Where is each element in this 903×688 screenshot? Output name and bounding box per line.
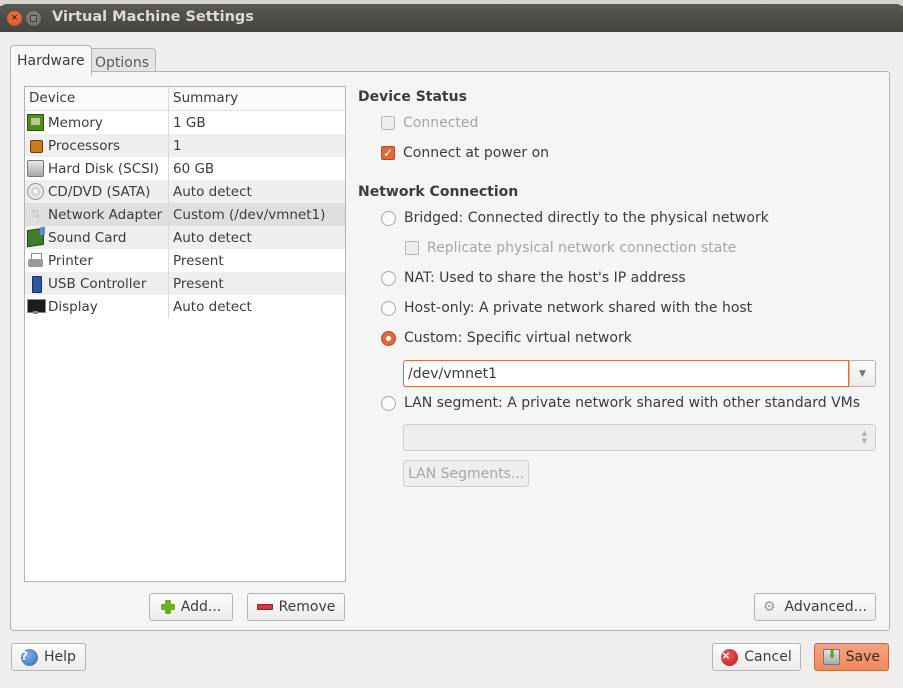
device-name: Hard Disk (SCSI) [48,160,159,177]
connect-at-power-on-checkbox[interactable]: ✓ Connect at power on [381,145,549,161]
cancel-button[interactable]: × Cancel [712,643,801,671]
device-row-sound-card[interactable]: Sound Card Auto detect [25,226,345,249]
radio-button [381,395,396,411]
device-summary: Present [173,252,224,269]
checkbox-label: Replicate physical network connection st… [427,240,737,256]
maximize-icon[interactable] [26,11,41,26]
radio-button-selected [381,330,396,346]
plus-icon [160,600,175,614]
chevron-down-icon[interactable]: ▼ [849,361,875,386]
gear-icon: ⚙ [763,599,776,615]
device-name: Sound Card [48,229,127,246]
radio-host-only[interactable]: Host-only: A private network shared with… [381,300,752,316]
column-header-summary[interactable]: Summary [169,87,345,110]
radio-label: Custom: Specific virtual network [404,330,632,346]
advanced-button[interactable]: ⚙ Advanced... [754,593,876,621]
radio-button [381,270,396,286]
checkbox-label: Connect at power on [403,145,550,161]
checkbox-label: Connected [403,115,479,131]
device-name: Printer [48,252,93,269]
network-connection-heading: Network Connection [358,184,519,200]
device-summary: Auto detect [173,183,252,200]
column-header-device[interactable]: Device [25,87,169,110]
radio-label: LAN segment: A private network shared wi… [404,395,861,411]
hard-disk-icon [27,160,44,177]
replicate-state-checkbox[interactable]: Replicate physical network connection st… [405,240,736,256]
device-name: Network Adapter [48,206,163,223]
hardware-panel: Device Summary Memory 1 GB Processors 1 … [10,71,890,631]
close-icon[interactable]: × [7,11,22,26]
device-name: Display [48,298,98,315]
device-name: CD/DVD (SATA) [48,183,151,200]
device-row-processors[interactable]: Processors 1 [25,134,345,157]
device-summary: Custom (/dev/vmnet1) [173,206,326,223]
device-summary: Auto detect [173,298,252,315]
connected-checkbox[interactable]: Connected [381,115,478,131]
checkbox-box [381,116,395,130]
device-summary: 1 [173,137,182,154]
device-row-memory[interactable]: Memory 1 GB [25,111,345,134]
radio-button [381,300,396,316]
save-button[interactable]: Save [814,643,889,671]
custom-network-input[interactable] [403,360,849,387]
radio-label: Bridged: Connected directly to the physi… [404,210,769,226]
device-summary: Auto detect [173,229,252,246]
help-label: Help [44,649,76,665]
custom-network-combo[interactable]: ▼ [403,360,876,387]
device-row-printer[interactable]: Printer Present [25,249,345,272]
help-icon: ? [21,648,39,666]
radio-lan-segment[interactable]: LAN segment: A private network shared wi… [381,395,860,411]
help-button[interactable]: ? Help [11,643,86,671]
tab-hardware[interactable]: Hardware [10,45,92,76]
device-summary: Present [173,275,224,292]
advanced-label: Advanced... [784,599,867,615]
remove-label: Remove [278,599,336,615]
device-row-usb-controller[interactable]: USB Controller Present [25,272,345,295]
display-icon [27,298,46,315]
memory-icon [27,114,44,131]
radio-label: NAT: Used to share the host's IP address [404,270,686,286]
device-name: Memory [48,114,103,131]
device-summary: 1 GB [173,114,206,131]
checkbox-box [405,241,419,255]
radio-button [381,210,396,226]
printer-icon [27,252,44,269]
network-adapter-icon: ⇅ [30,207,41,221]
radio-nat[interactable]: NAT: Used to share the host's IP address [381,270,686,286]
cancel-icon: × [721,648,739,666]
radio-custom[interactable]: Custom: Specific virtual network [381,330,632,346]
remove-device-button[interactable]: Remove [247,593,345,621]
radio-bridged[interactable]: Bridged: Connected directly to the physi… [381,210,769,226]
cancel-label: Cancel [744,649,792,665]
usb-icon [27,275,44,293]
minus-icon [256,604,273,610]
device-row-display[interactable]: Display Auto detect [25,295,345,318]
device-summary: 60 GB [173,160,215,177]
device-row-hard-disk[interactable]: Hard Disk (SCSI) 60 GB [25,157,345,180]
device-name: Processors [48,137,121,154]
window-title: Virtual Machine Settings [52,9,254,25]
device-status-heading: Device Status [358,89,467,105]
checkmark-icon: ✓ [381,146,395,160]
radio-label: Host-only: A private network shared with… [404,300,753,316]
sound-card-icon [27,227,44,248]
lan-segments-button[interactable]: LAN Segments... [403,460,530,487]
add-label: Add... [180,599,222,615]
lan-segment-select[interactable]: ▲ ▼ [403,424,876,451]
processor-icon [27,137,44,154]
save-label: Save [845,649,880,665]
device-list: Device Summary Memory 1 GB Processors 1 … [24,86,346,582]
device-row-cd-dvd[interactable]: CD/DVD (SATA) Auto detect [25,180,345,203]
device-row-network-adapter[interactable]: ⇅ Network Adapter Custom (/dev/vmnet1) [25,203,345,226]
cd-dvd-icon [27,183,44,200]
title-bar: × Virtual Machine Settings [0,4,903,32]
device-list-header: Device Summary [25,87,345,111]
add-device-button[interactable]: Add... [149,593,233,621]
vm-settings-window: × Virtual Machine Settings Hardware Opti… [0,4,903,688]
spin-arrows-icon: ▲ ▼ [861,429,867,445]
save-icon [823,647,840,665]
device-name: USB Controller [48,275,147,292]
